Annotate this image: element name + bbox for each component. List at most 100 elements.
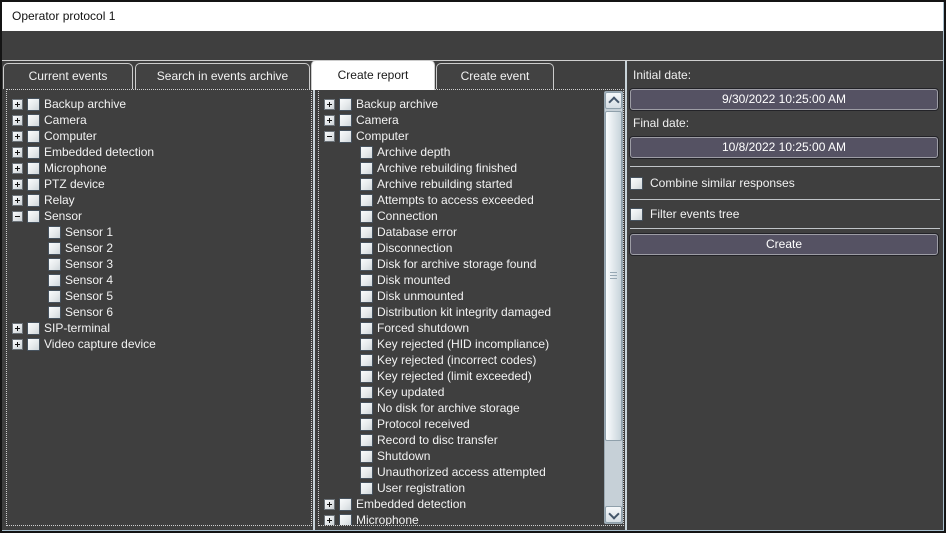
checkbox[interactable] bbox=[630, 177, 643, 190]
tree-item-label[interactable]: Disconnection bbox=[377, 241, 452, 255]
checkbox[interactable] bbox=[48, 290, 61, 303]
tree-item-unauthorized-access-attempted[interactable]: Unauthorized access attempted bbox=[319, 464, 623, 480]
checkbox[interactable] bbox=[48, 306, 61, 319]
tree-item-ptz-device[interactable]: PTZ device bbox=[7, 176, 311, 192]
create-button[interactable]: Create bbox=[630, 234, 938, 255]
tree-item-label[interactable]: Key rejected (limit exceeded) bbox=[377, 369, 532, 383]
option-filter-events-tree[interactable]: Filter events tree bbox=[630, 206, 739, 222]
checkbox[interactable] bbox=[360, 418, 373, 431]
checkbox[interactable] bbox=[48, 274, 61, 287]
tree-item-label[interactable]: User registration bbox=[377, 481, 465, 495]
tree-item-label[interactable]: Disk unmounted bbox=[377, 289, 464, 303]
tree-item-label[interactable]: PTZ device bbox=[44, 177, 105, 191]
tree-item-label[interactable]: Disk for archive storage found bbox=[377, 257, 536, 271]
events-options-splitter[interactable] bbox=[625, 61, 627, 530]
tree-item-label[interactable]: Camera bbox=[44, 113, 87, 127]
scroll-up-button[interactable] bbox=[605, 92, 622, 109]
checkbox[interactable] bbox=[360, 242, 373, 255]
events-scrollbar[interactable] bbox=[604, 91, 623, 524]
checkbox[interactable] bbox=[360, 386, 373, 399]
checkbox[interactable] bbox=[27, 146, 40, 159]
tree-item-sensor-5[interactable]: Sensor 5 bbox=[7, 288, 311, 304]
tree-item-label[interactable]: Attempts to access exceeded bbox=[377, 193, 534, 207]
checkbox[interactable] bbox=[360, 194, 373, 207]
tree-item-camera[interactable]: Camera bbox=[319, 112, 623, 128]
objects-tree[interactable]: Backup archiveCamera ComputerEmbedded det… bbox=[6, 89, 312, 526]
checkbox[interactable] bbox=[360, 162, 373, 175]
tree-item-label[interactable]: Relay bbox=[44, 193, 75, 207]
checkbox[interactable] bbox=[360, 466, 373, 479]
plus-icon[interactable] bbox=[12, 339, 23, 350]
initial-date-field[interactable]: 9/30/2022 10:25:00 AM bbox=[630, 89, 938, 110]
tree-item-key-rejected-incorrect-codes[interactable]: Key rejected (incorrect codes) bbox=[319, 352, 623, 368]
checkbox[interactable] bbox=[360, 434, 373, 447]
tree-item-label[interactable]: Archive rebuilding finished bbox=[377, 161, 517, 175]
tree-item-connection[interactable]: Connection bbox=[319, 208, 623, 224]
tree-item-shutdown[interactable]: Shutdown bbox=[319, 448, 623, 464]
tree-item-label[interactable]: Computer bbox=[356, 129, 409, 143]
tree-item-label[interactable]: Forced shutdown bbox=[377, 321, 469, 335]
tree-item-sensor-4[interactable]: Sensor 4 bbox=[7, 272, 311, 288]
tree-item-label[interactable]: Camera bbox=[356, 113, 399, 127]
plus-icon[interactable] bbox=[12, 99, 23, 110]
plus-icon[interactable] bbox=[12, 195, 23, 206]
tree-item-disconnection[interactable]: Disconnection bbox=[319, 240, 623, 256]
checkbox[interactable] bbox=[339, 130, 352, 143]
checkbox[interactable] bbox=[360, 354, 373, 367]
tree-item-disk-unmounted[interactable]: Disk unmounted bbox=[319, 288, 623, 304]
checkbox[interactable] bbox=[360, 290, 373, 303]
tree-item-database-error[interactable]: Database error bbox=[319, 224, 623, 240]
scroll-down-button[interactable] bbox=[605, 506, 622, 523]
checkbox[interactable] bbox=[27, 162, 40, 175]
tree-item-sensor-1[interactable]: Sensor 1 bbox=[7, 224, 311, 240]
plus-icon[interactable] bbox=[12, 115, 23, 126]
tree-item-label[interactable]: Record to disc transfer bbox=[377, 433, 498, 447]
checkbox[interactable] bbox=[360, 178, 373, 191]
checkbox[interactable] bbox=[339, 514, 352, 527]
checkbox[interactable] bbox=[360, 322, 373, 335]
plus-icon[interactable] bbox=[324, 115, 335, 126]
final-date-field[interactable]: 10/8/2022 10:25:00 AM bbox=[630, 137, 938, 158]
tree-item-protocol-received[interactable]: Protocol received bbox=[319, 416, 623, 432]
plus-icon[interactable] bbox=[12, 131, 23, 142]
tree-item-label[interactable]: Microphone bbox=[356, 513, 419, 526]
tree-item-relay[interactable]: Relay bbox=[7, 192, 311, 208]
objects-events-splitter[interactable] bbox=[313, 61, 315, 530]
tree-item-backup-archive[interactable]: Backup archive bbox=[319, 96, 623, 112]
plus-icon[interactable] bbox=[324, 99, 335, 110]
plus-icon[interactable] bbox=[12, 163, 23, 174]
tab-create-event[interactable]: Create event bbox=[436, 63, 554, 89]
tree-item-label[interactable]: No disk for archive storage bbox=[377, 401, 520, 415]
scrollbar-thumb[interactable] bbox=[605, 111, 622, 441]
checkbox[interactable] bbox=[360, 402, 373, 415]
tree-item-computer[interactable]: Computer bbox=[7, 128, 311, 144]
tree-item-label[interactable]: Computer bbox=[44, 129, 97, 143]
tree-item-label[interactable]: Key updated bbox=[377, 385, 444, 399]
minus-icon[interactable] bbox=[324, 131, 335, 142]
tree-item-key-rejected-hid-incompliance[interactable]: Key rejected (HID incompliance) bbox=[319, 336, 623, 352]
tree-item-key-updated[interactable]: Key updated bbox=[319, 384, 623, 400]
tree-item-video-capture-device[interactable]: Video capture device bbox=[7, 336, 311, 352]
option-combine-similar-responses[interactable]: Combine similar responses bbox=[630, 175, 795, 191]
tree-item-label[interactable]: Sensor bbox=[44, 209, 82, 223]
tree-item-embedded-detection[interactable]: Embedded detection bbox=[7, 144, 311, 160]
plus-icon[interactable] bbox=[324, 515, 335, 526]
tree-item-label[interactable]: Sensor 1 bbox=[65, 225, 113, 239]
checkbox[interactable] bbox=[339, 498, 352, 511]
tree-item-sip-terminal[interactable]: SIP-terminal bbox=[7, 320, 311, 336]
tree-item-forced-shutdown[interactable]: Forced shutdown bbox=[319, 320, 623, 336]
tree-item-label[interactable]: Distribution kit integrity damaged bbox=[377, 305, 551, 319]
tree-item-label[interactable]: Connection bbox=[377, 209, 438, 223]
tree-item-backup-archive[interactable]: Backup archive bbox=[7, 96, 311, 112]
checkbox[interactable] bbox=[27, 194, 40, 207]
checkbox[interactable] bbox=[339, 114, 352, 127]
tree-item-sensor[interactable]: Sensor bbox=[7, 208, 311, 224]
checkbox[interactable] bbox=[339, 98, 352, 111]
tree-item-sensor-6[interactable]: Sensor 6 bbox=[7, 304, 311, 320]
tree-item-label[interactable]: Unauthorized access attempted bbox=[377, 465, 546, 479]
plus-icon[interactable] bbox=[12, 147, 23, 158]
tree-item-disk-for-archive-storage-found[interactable]: Disk for archive storage found bbox=[319, 256, 623, 272]
tree-item-computer[interactable]: Computer bbox=[319, 128, 623, 144]
tree-item-label[interactable]: Embedded detection bbox=[356, 497, 466, 511]
tree-item-archive-depth[interactable]: Archive depth bbox=[319, 144, 623, 160]
